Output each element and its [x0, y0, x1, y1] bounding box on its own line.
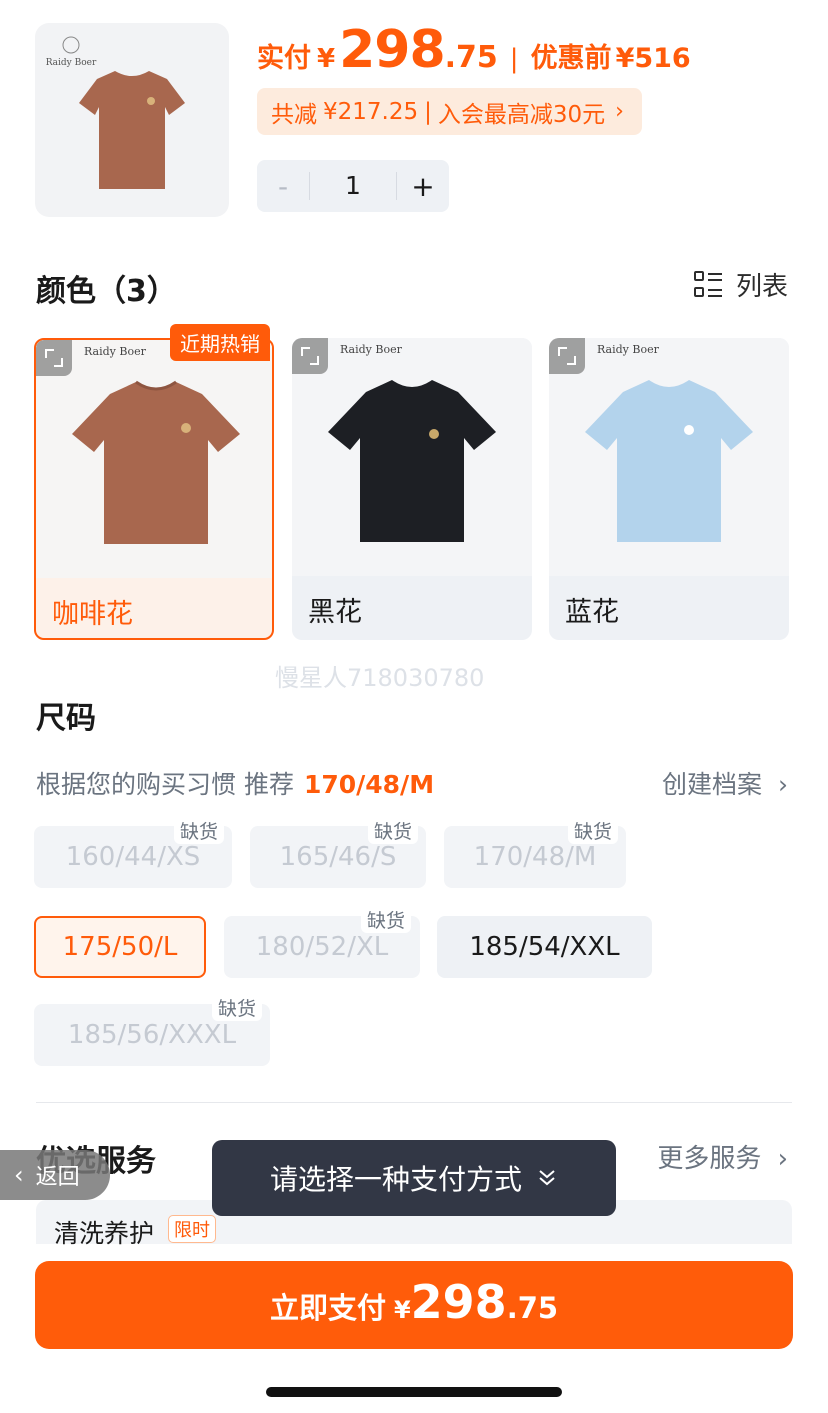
expand-icon[interactable]: [549, 338, 585, 374]
currency-symbol: ¥: [317, 44, 336, 74]
size-chip-185-54-xxl[interactable]: 185/54/XXL: [437, 916, 652, 978]
out-of-stock-tag: 缺货: [212, 994, 263, 1021]
size-label: 170/48/M: [473, 842, 597, 872]
size-chip-175-50-l[interactable]: 175/50/L: [34, 916, 206, 978]
pay-now-label: 立即支付: [269, 1291, 386, 1325]
discount-pill[interactable]: 共减 ¥217.25 | 入会最高减30元 ›: [257, 88, 642, 135]
discount-total-amount: ¥217.25: [323, 98, 419, 125]
pay-price-decimal: .75: [506, 1291, 559, 1325]
more-services-label: 更多服务: [657, 1144, 762, 1174]
toast-text: 请选择一种支付方式: [269, 1163, 522, 1196]
original-price-label: 优惠前: [530, 43, 612, 74]
size-recommendation: 根据您的购买习惯 推荐 170/48/M: [36, 765, 434, 801]
expand-icon[interactable]: [36, 340, 72, 376]
discount-total-label: 共减: [271, 101, 317, 128]
original-price: ¥516: [615, 43, 691, 74]
decrement-button[interactable]: -: [257, 170, 309, 203]
color-option-image: [292, 338, 532, 576]
chevron-left-icon: ‹: [14, 1161, 24, 1189]
product-thumbnail[interactable]: Raidy Boer: [35, 23, 229, 217]
service-item-label: 清洗养护: [54, 1219, 155, 1248]
size-label: 185/56/XXXL: [67, 1020, 237, 1050]
recommend-text: 根据您的购买习惯 推荐: [36, 770, 294, 799]
quantity-value: 1: [309, 172, 397, 200]
tshirt-blue-image: [585, 380, 753, 542]
pay-price-integer: 298: [410, 1275, 507, 1329]
list-view-toggle[interactable]: 列表: [693, 266, 788, 303]
size-label: 165/46/S: [279, 842, 397, 872]
price-separator: |: [509, 44, 519, 74]
out-of-stock-tag: 缺货: [174, 817, 225, 844]
list-view-label: 列表: [735, 272, 788, 302]
out-of-stock-tag: 缺货: [368, 817, 419, 844]
brand-logo: Raidy Boer: [84, 345, 146, 358]
color-option-label: 咖啡花: [52, 599, 133, 630]
out-of-stock-tag: 缺货: [568, 817, 619, 844]
limited-time-tag: 限时: [168, 1215, 216, 1243]
discount-separator: |: [424, 98, 432, 125]
increment-button[interactable]: +: [397, 170, 449, 203]
size-label: 185/54/XXL: [469, 932, 620, 962]
recommended-size: 170/48/M: [303, 770, 435, 799]
color-option-blue[interactable]: Raidy Boer 蓝花: [549, 338, 789, 640]
tshirt-coffee-image: Raidy Boer: [46, 36, 185, 189]
size-section-title: 尺码: [36, 701, 96, 736]
out-of-stock-tag: 缺货: [361, 906, 412, 933]
watermark-text: 慢星人718030780: [275, 664, 485, 692]
color-option-coffee[interactable]: Raidy Boer 咖啡花: [34, 338, 274, 640]
color-option-image: [549, 338, 789, 576]
price-decimal: .75: [444, 40, 498, 75]
back-label: 返回: [35, 1165, 80, 1190]
brand-logo: Raidy Boer: [340, 343, 402, 356]
pay-currency: ¥: [393, 1296, 411, 1324]
price-integer: 298: [339, 20, 446, 80]
quantity-stepper[interactable]: - 1 +: [257, 160, 449, 212]
color-option-black[interactable]: Raidy Boer 黑花: [292, 338, 532, 640]
home-indicator[interactable]: [266, 1387, 562, 1397]
create-profile-link[interactable]: 创建档案 ›: [662, 765, 788, 801]
chevron-down-double-icon: [536, 1162, 558, 1195]
section-divider: [36, 1102, 792, 1103]
chevron-right-icon: ›: [778, 770, 788, 799]
more-services-link[interactable]: 更多服务 ›: [657, 1138, 788, 1175]
pay-now-button[interactable]: 立即支付 ¥ 298 .75: [35, 1261, 793, 1349]
expand-icon[interactable]: [292, 338, 328, 374]
color-section-title: 颜色（3）: [36, 274, 177, 309]
color-option-label: 蓝花: [565, 597, 619, 628]
paid-label: 实付: [257, 43, 311, 74]
back-button[interactable]: ‹ 返回: [0, 1150, 110, 1200]
color-option-label: 黑花: [308, 597, 362, 628]
tshirt-black-image: [328, 380, 496, 542]
hot-sale-badge: 近期热销: [170, 324, 270, 361]
svg-text:Raidy Boer: Raidy Boer: [46, 58, 97, 68]
chevron-right-icon: ›: [777, 1144, 788, 1174]
member-discount-text: 入会最高减30元: [437, 101, 606, 128]
size-label: 180/52/XL: [255, 932, 389, 962]
chevron-right-icon: ›: [615, 99, 624, 124]
brand-logo: Raidy Boer: [597, 343, 659, 356]
size-label: 175/50/L: [62, 932, 178, 962]
size-label: 160/44/XS: [65, 842, 201, 872]
create-profile-label: 创建档案: [662, 770, 763, 799]
price-line: 实付 ¥ 298 .75 | 优惠前 ¥516: [257, 20, 691, 80]
payment-method-toast[interactable]: 请选择一种支付方式: [212, 1140, 616, 1216]
list-view-icon: [693, 270, 722, 299]
